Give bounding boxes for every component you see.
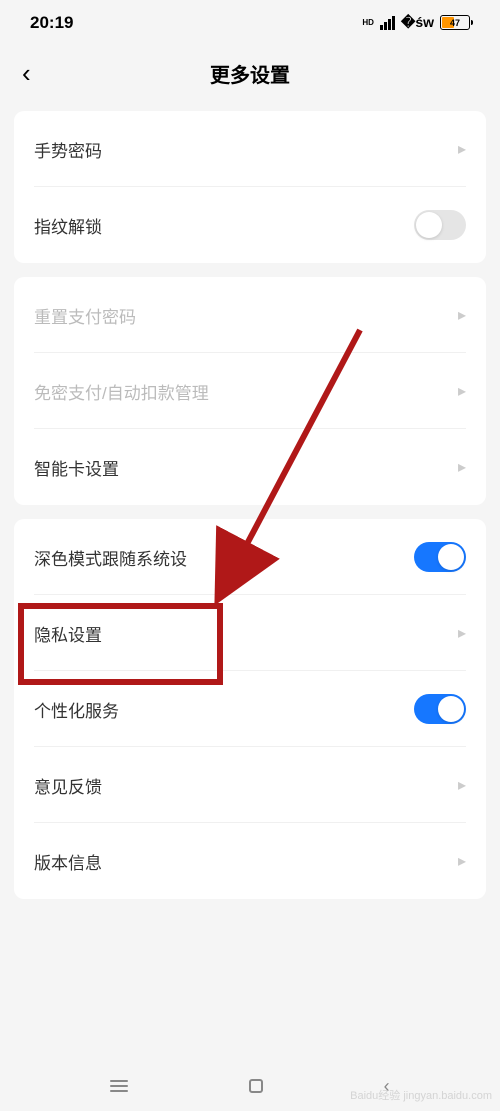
nav-header: ‹ 更多设置	[0, 45, 500, 101]
feedback-item[interactable]: 意见反馈 ▸	[14, 747, 486, 823]
password-free-payment-item[interactable]: 免密支付/自动扣款管理 ▸	[14, 353, 486, 429]
item-label: 重置支付密码	[34, 303, 136, 328]
status-time: 20:19	[30, 13, 73, 33]
personalized-services-item[interactable]: 个性化服务	[14, 671, 486, 747]
dark-mode-toggle[interactable]	[414, 542, 466, 572]
item-label: 智能卡设置	[34, 455, 119, 480]
android-nav-bar: ‹	[0, 1061, 500, 1111]
chevron-right-icon: ▸	[458, 457, 466, 477]
smart-card-settings-item[interactable]: 智能卡设置 ▸	[14, 429, 486, 505]
settings-group-1: 手势密码 ▸ 指纹解锁	[14, 111, 486, 263]
item-label: 免密支付/自动扣款管理	[34, 379, 209, 404]
chevron-right-icon: ▸	[458, 305, 466, 325]
item-label: 个性化服务	[34, 697, 119, 722]
recent-apps-button[interactable]	[110, 1080, 128, 1092]
item-label: 手势密码	[34, 137, 102, 162]
fingerprint-unlock-item[interactable]: 指纹解锁	[14, 187, 486, 263]
wifi-icon: �św	[401, 14, 434, 31]
chevron-right-icon: ▸	[458, 139, 466, 159]
home-button[interactable]	[249, 1079, 263, 1093]
settings-group-3: 深色模式跟随系统设 隐私设置 ▸ 个性化服务 意见反馈 ▸ 版本信息 ▸	[14, 519, 486, 899]
item-label: 指纹解锁	[34, 213, 102, 238]
dark-mode-item[interactable]: 深色模式跟随系统设	[14, 519, 486, 595]
fingerprint-toggle[interactable]	[414, 210, 466, 240]
watermark: Baidu经验 jingyan.baidu.com	[350, 1087, 492, 1103]
personalized-toggle[interactable]	[414, 694, 466, 724]
status-bar: 20:19 HD �św 47	[0, 0, 500, 45]
reset-payment-password-item[interactable]: 重置支付密码 ▸	[14, 277, 486, 353]
version-info-item[interactable]: 版本信息 ▸	[14, 823, 486, 899]
chevron-right-icon: ▸	[458, 775, 466, 795]
signal-icon	[380, 16, 395, 30]
chevron-right-icon: ▸	[458, 381, 466, 401]
chevron-right-icon: ▸	[458, 851, 466, 871]
item-label: 版本信息	[34, 849, 102, 874]
chevron-right-icon: ▸	[458, 623, 466, 643]
privacy-settings-item[interactable]: 隐私设置 ▸	[14, 595, 486, 671]
settings-group-2: 重置支付密码 ▸ 免密支付/自动扣款管理 ▸ 智能卡设置 ▸	[14, 277, 486, 505]
settings-content: 手势密码 ▸ 指纹解锁 重置支付密码 ▸ 免密支付/自动扣款管理 ▸ 智能卡设置…	[0, 101, 500, 899]
gesture-password-item[interactable]: 手势密码 ▸	[14, 111, 486, 187]
back-button[interactable]: ‹	[22, 58, 31, 89]
item-label: 意见反馈	[34, 773, 102, 798]
status-indicators: HD �św 47	[362, 14, 470, 31]
page-title: 更多设置	[210, 59, 290, 88]
item-label: 隐私设置	[34, 621, 102, 646]
item-label: 深色模式跟随系统设	[34, 545, 187, 570]
hd-indicator: HD	[362, 18, 374, 27]
battery-icon: 47	[440, 15, 470, 30]
